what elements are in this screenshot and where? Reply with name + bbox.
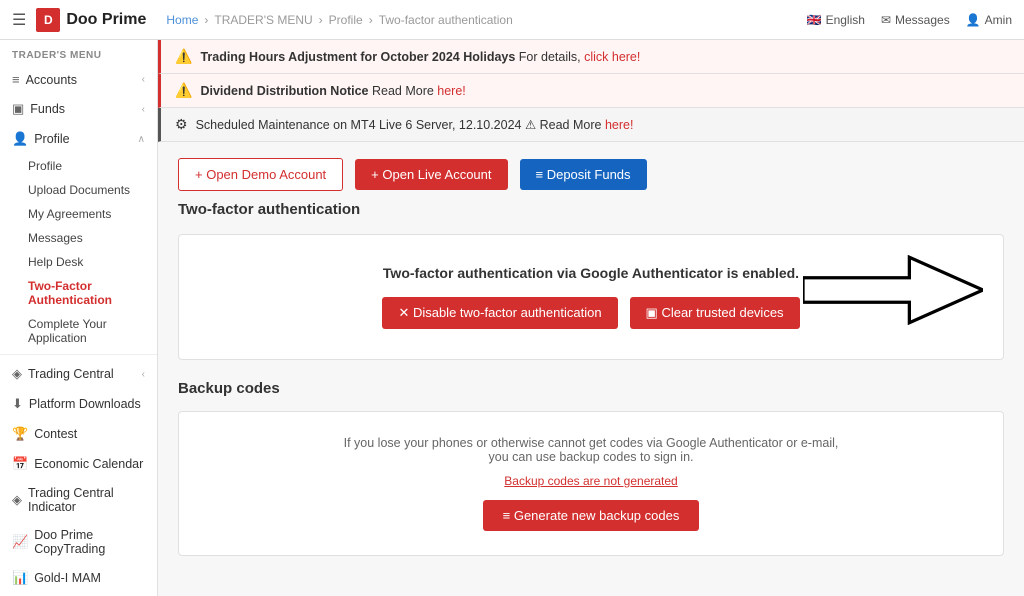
sidebar-item-contest[interactable]: 🏆 Contest [0, 419, 157, 449]
breadcrumb-home[interactable]: Home [166, 13, 198, 27]
economic-calendar-icon: 📅 [12, 456, 28, 472]
messages-icon: ✉ [881, 13, 891, 27]
profile-icon: 👤 [12, 131, 28, 147]
two-factor-section-title: Two-factor authentication [178, 201, 1004, 218]
alert-trading-hours: ⚠️ Trading Hours Adjustment for October … [158, 40, 1024, 74]
page-body: Two-factor authentication Two-factor aut… [158, 201, 1024, 576]
deposit-funds-button[interactable]: ≡ Deposit Funds [520, 159, 647, 190]
contest-icon: 🏆 [12, 426, 28, 442]
sidebar-section-label: TRADER'S MENU [0, 40, 157, 65]
top-nav: ☰ D Doo Prime Home › TRADER'S MENU › Pro… [0, 0, 1024, 40]
alert-maintenance-link[interactable]: here! [605, 118, 634, 132]
clear-trusted-devices-button[interactable]: ▣ Clear trusted devices [630, 297, 800, 329]
sidebar-accounts-label: Accounts [26, 73, 77, 87]
backup-not-generated-text: Backup codes are not generated [199, 474, 983, 488]
sidebar-sub-complete-app[interactable]: Complete Your Application [0, 312, 157, 350]
language-label: English [826, 13, 865, 27]
sidebar-sub-profile[interactable]: Profile [0, 154, 157, 178]
platform-downloads-icon: ⬇ [12, 396, 23, 412]
breadcrumb-profile: Profile [329, 13, 363, 27]
logo-text: Doo Prime [66, 11, 146, 29]
trading-central-icon: ◈ [12, 366, 22, 382]
backup-codes-description: If you lose your phones or otherwise can… [341, 436, 841, 464]
sidebar: TRADER'S MENU ≡ Accounts ‹ ▣ Funds ‹ 👤 P… [0, 40, 158, 596]
alert-trading-hours-text: Trading Hours Adjustment for October 202… [200, 50, 640, 64]
sidebar-item-funds[interactable]: ▣ Funds ‹ [0, 94, 157, 124]
trading-central-arrow-icon: ‹ [142, 369, 145, 380]
sidebar-copytrading-label: Doo Prime CopyTrading [34, 528, 145, 556]
alert-maintenance-icon: ⚙ [175, 116, 188, 133]
alert-maintenance-text: Scheduled Maintenance on MT4 Live 6 Serv… [196, 117, 634, 132]
flag-icon: 🇬🇧 [807, 13, 822, 27]
messages-label: Messages [895, 13, 950, 27]
logo-icon: D [36, 8, 60, 32]
sidebar-sub-agreements[interactable]: My Agreements [0, 202, 157, 226]
sidebar-sub-upload-docs[interactable]: Upload Documents [0, 178, 157, 202]
open-live-button[interactable]: + Open Live Account [355, 159, 507, 190]
sidebar-item-gold-i-mam[interactable]: 📊 Gold-I MAM [0, 563, 157, 593]
nav-right: 🇬🇧 English ✉ Messages 👤 Amin [807, 13, 1012, 27]
sidebar-funds-label: Funds [30, 102, 65, 116]
sidebar-sub-helpdesk[interactable]: Help Desk [0, 250, 157, 274]
sidebar-item-copytrading[interactable]: 📈 Doo Prime CopyTrading [0, 521, 157, 563]
sidebar-item-platform-downloads[interactable]: ⬇ Platform Downloads [0, 389, 157, 419]
sidebar-gold-i-mam-label: Gold-I MAM [34, 571, 101, 585]
sidebar-divider [0, 354, 157, 355]
accounts-arrow-icon: ‹ [142, 74, 145, 85]
sidebar-item-profile[interactable]: 👤 Profile ∧ [0, 124, 157, 154]
sidebar-economic-calendar-label: Economic Calendar [34, 457, 143, 471]
sidebar-item-trading-central[interactable]: ◈ Trading Central ‹ [0, 359, 157, 389]
sidebar-sub-two-factor[interactable]: Two-Factor Authentication [0, 274, 157, 312]
user-name: Amin [985, 13, 1012, 27]
user-icon: 👤 [966, 13, 981, 27]
gold-i-mam-icon: 📊 [12, 570, 28, 586]
alert-trading-hours-icon: ⚠️ [175, 48, 192, 65]
main-content: ⚠️ Trading Hours Adjustment for October … [158, 40, 1024, 596]
two-factor-card: Two-factor authentication via Google Aut… [178, 234, 1004, 360]
breadcrumb-traders-menu: TRADER'S MENU [214, 13, 312, 27]
open-demo-button[interactable]: + Open Demo Account [178, 158, 343, 191]
action-buttons: + Open Demo Account + Open Live Account … [158, 142, 1024, 201]
sidebar-item-economic-calendar[interactable]: 📅 Economic Calendar [0, 449, 157, 479]
alert-maintenance: ⚙ Scheduled Maintenance on MT4 Live 6 Se… [158, 108, 1024, 142]
disable-two-factor-button[interactable]: ✕ Disable two-factor authentication [382, 297, 617, 329]
sidebar-tc-indicator-label: Trading Central Indicator [28, 486, 145, 514]
sidebar-platform-downloads-label: Platform Downloads [29, 397, 141, 411]
main-layout: TRADER'S MENU ≡ Accounts ‹ ▣ Funds ‹ 👤 P… [0, 40, 1024, 596]
alert-dividend: ⚠️ Dividend Distribution Notice Read Mor… [158, 74, 1024, 108]
sidebar-sub-messages[interactable]: Messages [0, 226, 157, 250]
sidebar-profile-label: Profile [34, 132, 69, 146]
breadcrumb: Home › TRADER'S MENU › Profile › Two-fac… [166, 13, 806, 27]
funds-icon: ▣ [12, 101, 24, 117]
arrow-svg [803, 255, 983, 325]
language-selector[interactable]: 🇬🇧 English [807, 13, 865, 27]
tc-indicator-icon: ◈ [12, 492, 22, 508]
arrow-annotation [803, 255, 983, 328]
sidebar-trading-central-label: Trading Central [28, 367, 114, 381]
breadcrumb-two-factor: Two-factor authentication [379, 13, 513, 27]
user-menu[interactable]: 👤 Amin [966, 13, 1012, 27]
hamburger-icon[interactable]: ☰ [12, 10, 26, 30]
accounts-icon: ≡ [12, 72, 20, 87]
sidebar-item-accounts[interactable]: ≡ Accounts ‹ [0, 65, 157, 94]
copytrading-icon: 📈 [12, 534, 28, 550]
messages-link[interactable]: ✉ Messages [881, 13, 950, 27]
sidebar-item-tc-indicator[interactable]: ◈ Trading Central Indicator [0, 479, 157, 521]
alert-dividend-text: Dividend Distribution Notice Read More h… [200, 84, 465, 98]
backup-codes-section-title: Backup codes [178, 380, 1004, 397]
alert-dividend-link[interactable]: here! [437, 84, 466, 98]
profile-arrow-icon: ∧ [138, 134, 145, 145]
alert-trading-hours-link[interactable]: click here! [584, 50, 640, 64]
logo[interactable]: D Doo Prime [36, 8, 146, 32]
backup-codes-card: If you lose your phones or otherwise can… [178, 411, 1004, 556]
alert-dividend-icon: ⚠️ [175, 82, 192, 99]
generate-backup-codes-button[interactable]: ≡ Generate new backup codes [483, 500, 700, 531]
funds-arrow-icon: ‹ [142, 104, 145, 115]
sidebar-contest-label: Contest [34, 427, 77, 441]
